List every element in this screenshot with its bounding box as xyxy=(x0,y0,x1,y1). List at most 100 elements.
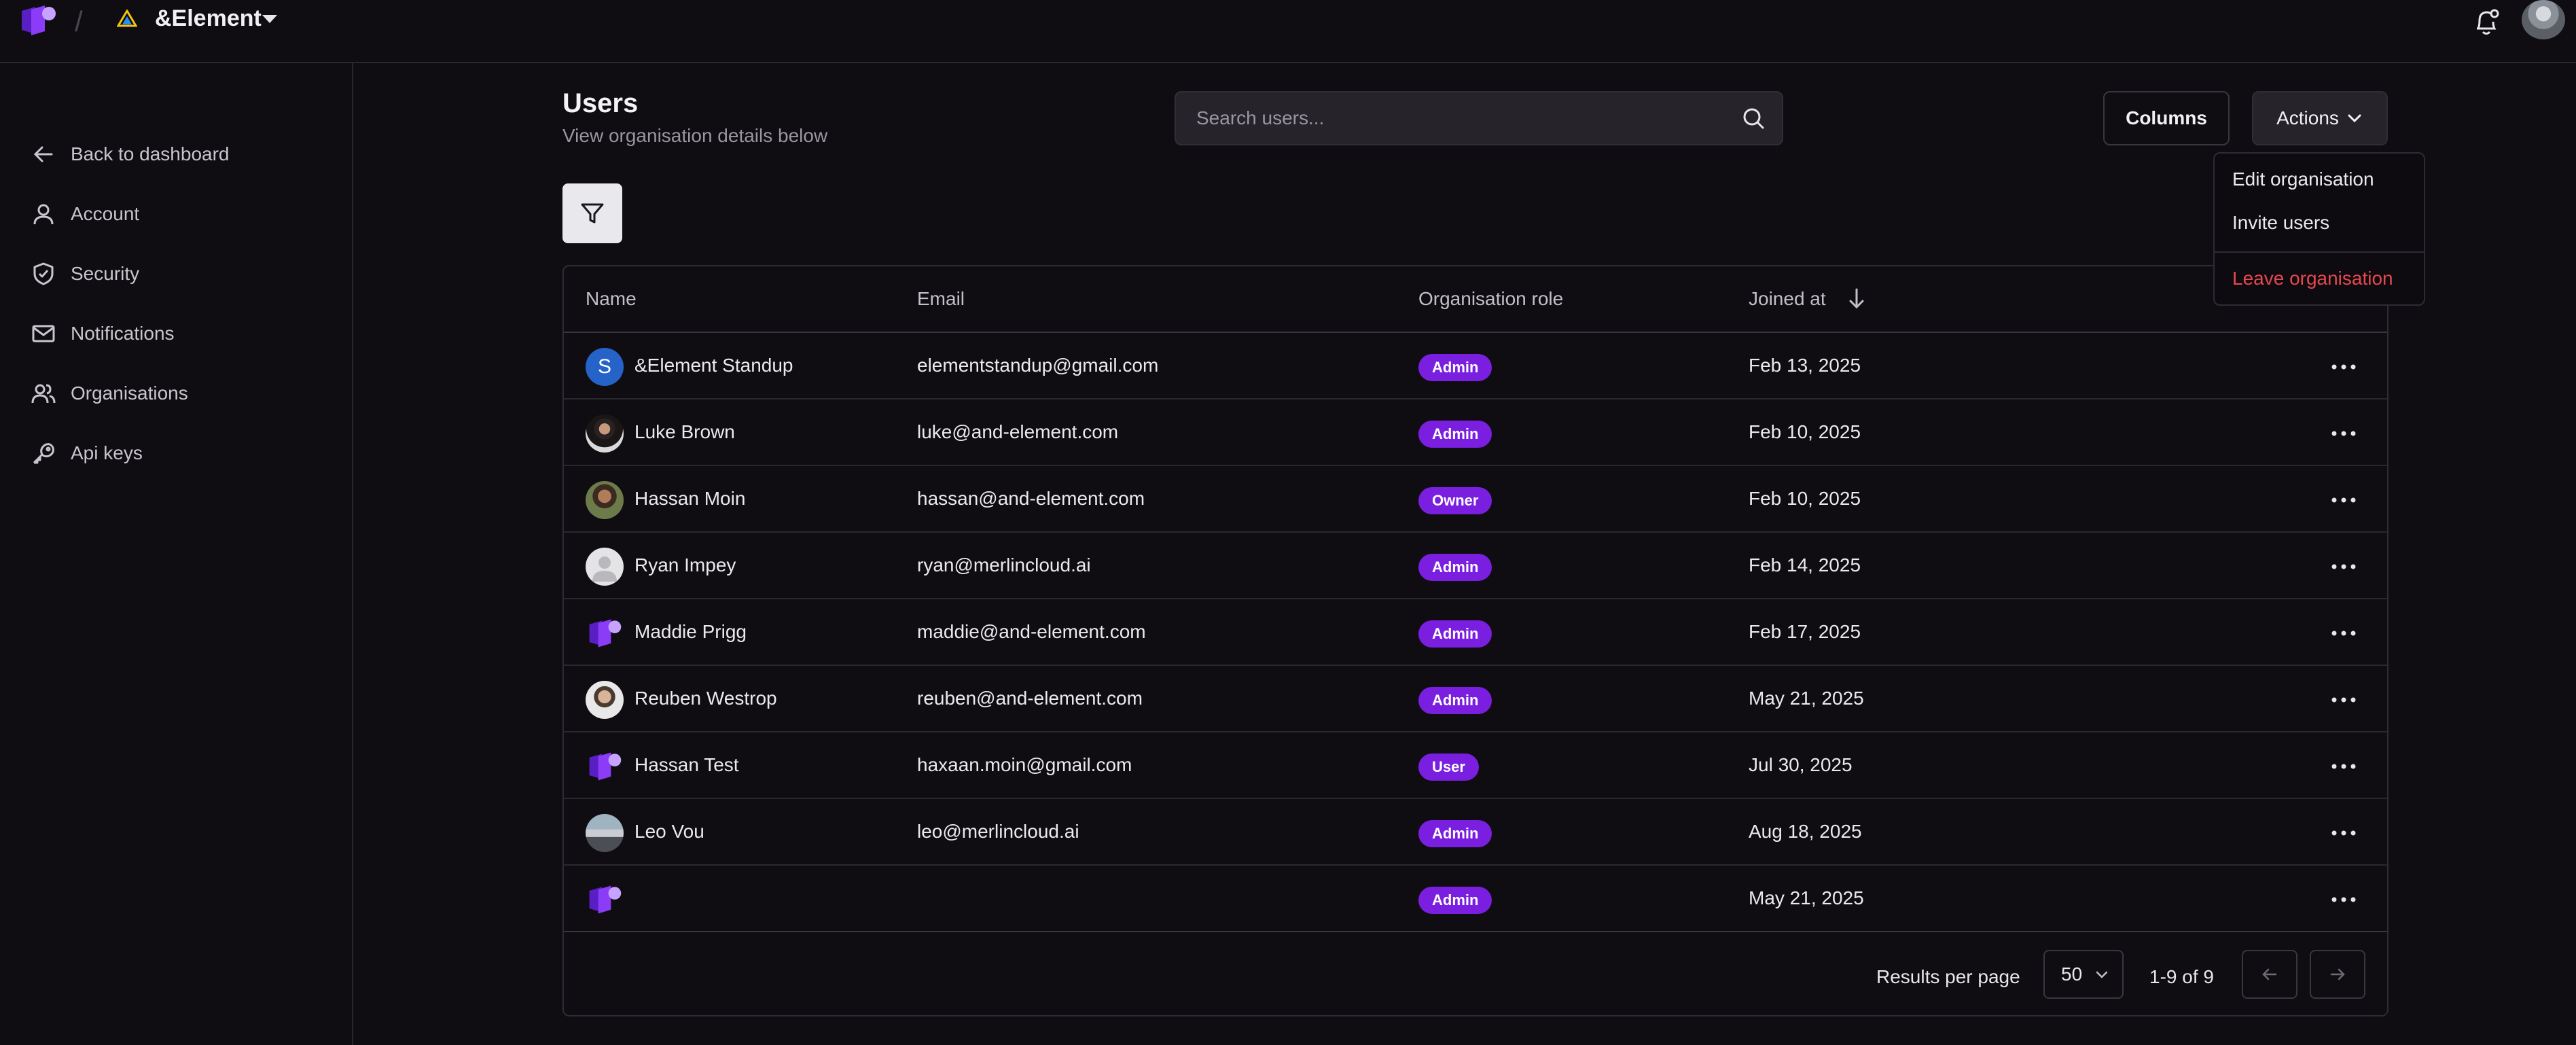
more-horizontal-icon[interactable] xyxy=(2331,897,2356,902)
search-box xyxy=(1175,91,1783,145)
key-icon xyxy=(33,443,54,464)
more-horizontal-icon[interactable] xyxy=(2331,631,2356,636)
per-page-select[interactable]: 50 xyxy=(2043,950,2124,999)
avatar xyxy=(586,481,624,519)
menu-item-leave-organisation[interactable]: Leave organisation xyxy=(2232,268,2393,289)
sidebar-item-label: Back to dashboard xyxy=(71,143,230,164)
column-header-email[interactable]: Email xyxy=(917,288,965,310)
actions-label: Actions xyxy=(2276,107,2339,128)
bell-icon[interactable] xyxy=(2473,7,2500,37)
menu-item-invite-users[interactable]: Invite users xyxy=(2232,212,2329,234)
chevron-down-icon xyxy=(2096,971,2108,978)
user-email: maddie@and-element.com xyxy=(917,621,1146,642)
role-badge: Owner xyxy=(1418,487,1492,514)
table-row[interactable]: Luke Brown luke@and-element.com Admin Fe… xyxy=(564,400,2387,466)
filter-icon xyxy=(581,203,604,224)
chevron-down-icon[interactable] xyxy=(262,15,277,23)
sidebar-item-label: Api keys xyxy=(71,442,143,463)
user-name: &Element Standup xyxy=(634,355,793,376)
mail-icon xyxy=(32,325,55,342)
avatar xyxy=(586,548,624,586)
actions-button[interactable]: Actions xyxy=(2252,91,2388,145)
table-row[interactable]: Maddie Prigg maddie@and-element.com Admi… xyxy=(564,599,2387,666)
table-header: Name Email Organisation role Joined at xyxy=(564,266,2387,333)
table-row[interactable]: Admin May 21, 2025 xyxy=(564,866,2387,932)
user-avatar[interactable] xyxy=(2522,0,2565,39)
org-logo-icon xyxy=(117,10,137,27)
user-name: Luke Brown xyxy=(634,421,735,442)
more-horizontal-icon[interactable] xyxy=(2331,364,2356,370)
more-horizontal-icon[interactable] xyxy=(2331,431,2356,436)
table-row[interactable]: Hassan Test haxaan.moin@gmail.com User J… xyxy=(564,732,2387,799)
user-icon xyxy=(33,204,54,225)
sidebar-item-label: Organisations xyxy=(71,383,188,404)
user-name: Maddie Prigg xyxy=(634,621,747,642)
previous-page-button[interactable] xyxy=(2242,950,2297,999)
columns-button[interactable]: Columns xyxy=(2103,91,2230,145)
user-name: Ryan Impey xyxy=(634,554,736,575)
page-title: Users xyxy=(562,88,639,118)
table-row[interactable]: Ryan Impey ryan@merlincloud.ai Admin Feb… xyxy=(564,533,2387,599)
user-email: leo@merlincloud.ai xyxy=(917,821,1079,842)
page-range: 1-9 of 9 xyxy=(2149,966,2214,987)
role-badge: Admin xyxy=(1418,354,1492,381)
sidebar-item-back[interactable]: Back to dashboard xyxy=(31,135,230,173)
more-horizontal-icon[interactable] xyxy=(2331,497,2356,503)
person-placeholder-icon xyxy=(592,556,617,582)
arrow-left-icon xyxy=(33,146,53,162)
menu-item-edit-organisation[interactable]: Edit organisation xyxy=(2232,169,2374,190)
brand-logo-icon xyxy=(589,885,622,914)
filter-button[interactable] xyxy=(562,183,622,243)
role-badge: Admin xyxy=(1418,554,1492,581)
search-input[interactable] xyxy=(1196,92,1726,144)
sidebar-item-label: Security xyxy=(71,263,140,284)
sidebar-item-label: Notifications xyxy=(71,323,175,344)
sidebar-item-notifications[interactable]: Notifications xyxy=(31,315,175,353)
results-per-page-label: Results per page xyxy=(1876,966,2020,987)
avatar xyxy=(586,747,624,785)
avatar xyxy=(586,814,624,852)
joined-date: Aug 18, 2025 xyxy=(1749,821,1862,842)
breadcrumb-separator: / xyxy=(75,5,83,37)
joined-date: Feb 10, 2025 xyxy=(1749,421,1861,442)
arrow-left-icon xyxy=(2262,968,2277,980)
table-row[interactable]: Hassan Moin hassan@and-element.com Owner… xyxy=(564,466,2387,533)
more-horizontal-icon[interactable] xyxy=(2331,764,2356,769)
table-row[interactable]: Reuben Westrop reuben@and-element.com Ad… xyxy=(564,666,2387,732)
column-header-joined[interactable]: Joined at xyxy=(1749,288,1826,310)
joined-date: Feb 13, 2025 xyxy=(1749,355,1861,376)
arrow-right-icon xyxy=(2330,968,2345,980)
avatar xyxy=(586,881,624,919)
joined-date: May 21, 2025 xyxy=(1749,887,1864,908)
user-email: elementstandup@gmail.com xyxy=(917,355,1159,376)
more-horizontal-icon[interactable] xyxy=(2331,830,2356,836)
joined-date: May 21, 2025 xyxy=(1749,688,1864,709)
column-header-role[interactable]: Organisation role xyxy=(1418,288,1563,310)
sidebar-item-api-keys[interactable]: Api keys xyxy=(31,434,143,472)
chevron-down-icon xyxy=(2348,114,2361,123)
sidebar-item-organisations[interactable]: Organisations xyxy=(31,374,188,412)
brand-logo-icon xyxy=(589,619,622,648)
avatar xyxy=(586,614,624,652)
app-logo-icon[interactable] xyxy=(18,4,58,37)
user-email: haxaan.moin@gmail.com xyxy=(917,754,1132,775)
role-badge: Admin xyxy=(1418,421,1492,448)
joined-date: Feb 17, 2025 xyxy=(1749,621,1861,642)
sidebar-item-account[interactable]: Account xyxy=(31,195,139,233)
table-row[interactable]: Leo Vou leo@merlincloud.ai Admin Aug 18,… xyxy=(564,799,2387,866)
sidebar: Back to dashboard Account Security Notif… xyxy=(0,63,353,1045)
sidebar-item-security[interactable]: Security xyxy=(31,255,139,293)
next-page-button[interactable] xyxy=(2310,950,2365,999)
table-row[interactable]: S &Element Standup elementstandup@gmail.… xyxy=(564,333,2387,400)
search-icon[interactable] xyxy=(1741,106,1766,130)
user-name: Hassan Test xyxy=(634,754,739,775)
column-header-name[interactable]: Name xyxy=(586,288,637,310)
user-email: hassan@and-element.com xyxy=(917,488,1145,509)
sort-descending-icon[interactable] xyxy=(1846,287,1867,310)
more-horizontal-icon[interactable] xyxy=(2331,564,2356,569)
actions-menu: Edit organisation Invite users Leave org… xyxy=(2213,152,2425,306)
org-switcher[interactable]: &Element xyxy=(155,5,262,32)
role-badge: Admin xyxy=(1418,620,1492,648)
more-horizontal-icon[interactable] xyxy=(2331,697,2356,703)
user-name: Reuben Westrop xyxy=(634,688,777,709)
